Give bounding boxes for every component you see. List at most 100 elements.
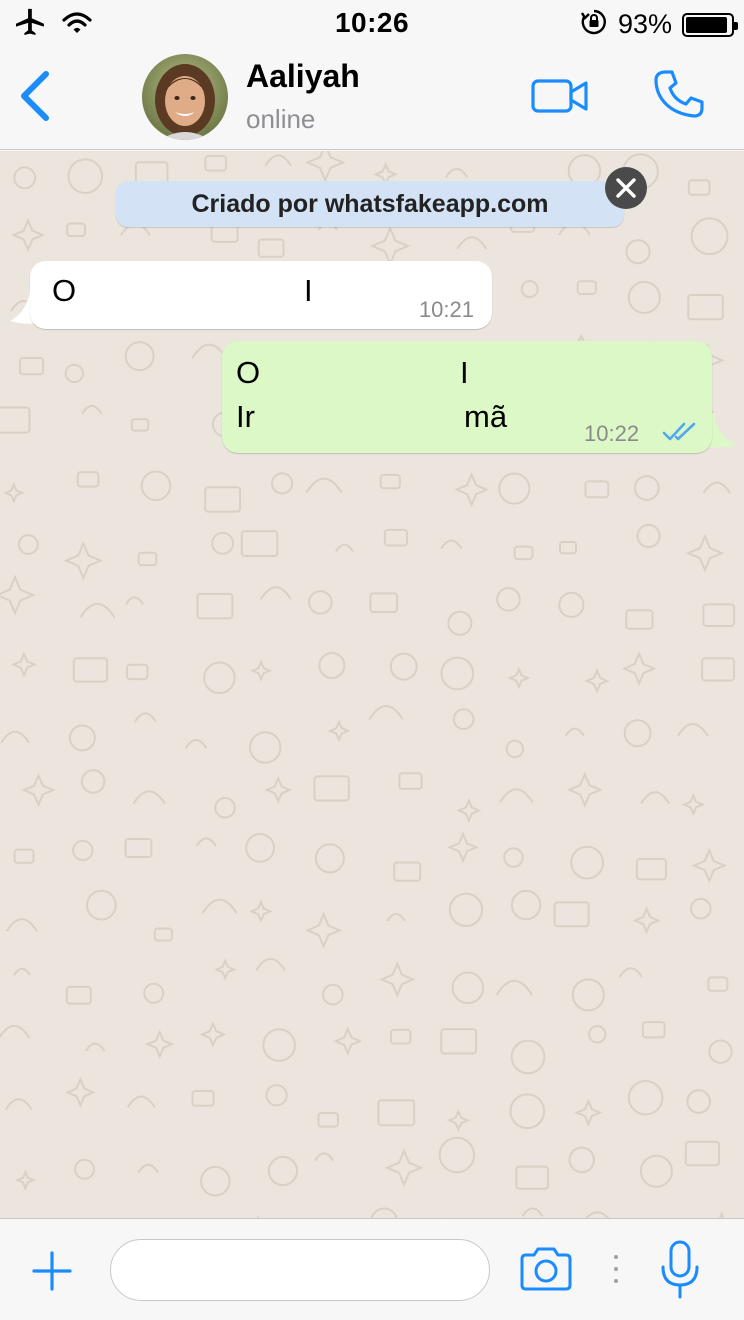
wallpaper-doodle xyxy=(305,151,346,183)
wallpaper-doodle xyxy=(335,543,354,552)
wallpaper-doodle xyxy=(72,657,109,683)
wallpaper-doodle xyxy=(513,545,534,561)
wallpaper-doodle xyxy=(76,471,100,488)
wallpaper-doodle xyxy=(440,1028,478,1055)
wallpaper-doodle xyxy=(379,473,401,490)
wallpaper-doodle xyxy=(257,238,285,258)
double-check-icon xyxy=(662,422,696,441)
wallpaper-doodle xyxy=(503,847,524,868)
outgoing-message-bubble[interactable]: O I Ir mã 10:22 xyxy=(222,341,712,453)
wallpaper-doodle xyxy=(11,217,46,253)
wallpaper-doodle xyxy=(510,1039,546,1075)
camera-button[interactable] xyxy=(518,1245,574,1293)
wallpaper-doodle xyxy=(80,769,106,794)
message-time: 10:22 xyxy=(584,421,640,446)
wallpaper-doodle xyxy=(639,1154,673,1188)
back-button[interactable] xyxy=(16,70,56,122)
message-text: O xyxy=(52,273,77,308)
wallpaper-doodle xyxy=(389,1028,412,1045)
wallpaper-doodle xyxy=(686,1089,712,1114)
wallpaper-doodle xyxy=(204,155,228,172)
wallpaper-doodle xyxy=(270,472,294,495)
wallpaper-doodle xyxy=(687,179,711,196)
message-input-bar xyxy=(0,1218,744,1320)
wallpaper-doodle xyxy=(510,889,542,921)
camera-icon xyxy=(520,1247,572,1291)
wallpaper-doodle xyxy=(213,958,237,981)
wallpaper-doodle xyxy=(137,551,158,567)
wallpaper-doodle xyxy=(314,1152,335,1162)
wallpaper-doodle xyxy=(0,406,31,434)
wallpaper-doodle xyxy=(691,847,728,884)
wallpaper-doodle xyxy=(507,666,531,690)
wallpaper-doodle xyxy=(584,668,610,694)
wallpaper-doodle xyxy=(627,280,661,315)
message-text: O xyxy=(236,355,261,390)
banner-close-button[interactable] xyxy=(605,167,647,209)
wallpaper-doodle xyxy=(153,927,173,942)
wallpaper-doodle xyxy=(632,906,661,935)
wallpaper-doodle xyxy=(707,976,729,992)
wallpaper-doodle xyxy=(702,603,736,627)
wallpaper-doodle xyxy=(5,918,38,932)
wallpaper-doodle xyxy=(641,1021,666,1039)
chat-area[interactable]: Criado por whatsfakeapp.com O I 10:21 O … xyxy=(0,151,744,1218)
wallpaper-doodle xyxy=(621,651,657,687)
wallpaper-doodle xyxy=(440,656,475,691)
wallpaper-doodle xyxy=(496,587,521,612)
wallpaper-doodle xyxy=(64,1076,96,1108)
wallpaper-doodle xyxy=(452,708,475,731)
wallpaper-doodle xyxy=(584,480,610,499)
wallpaper-doodle xyxy=(264,775,293,804)
wallpaper-doodle xyxy=(125,596,145,605)
attach-button[interactable] xyxy=(30,1249,74,1293)
wallpaper-doodle xyxy=(685,533,725,573)
message-time: 10:21 xyxy=(418,297,474,322)
wallpaper-doodle xyxy=(0,574,36,616)
wallpaper-doodle xyxy=(438,1136,476,1174)
wallpaper-doodle xyxy=(570,845,604,880)
wallpaper-doodle xyxy=(701,657,735,682)
wallpaper-doodle xyxy=(370,1207,398,1218)
wallpaper-doodle xyxy=(327,719,351,743)
wallpaper-doodle xyxy=(199,1021,227,1048)
video-call-icon xyxy=(531,79,588,113)
incoming-message-bubble[interactable]: O I 10:21 xyxy=(30,261,492,329)
back-chevron-icon xyxy=(21,71,49,121)
message-input[interactable] xyxy=(110,1239,490,1301)
voice-message-button[interactable] xyxy=(660,1239,700,1301)
video-call-button[interactable] xyxy=(530,76,590,116)
wallpaper-doodle xyxy=(144,1029,175,1059)
contact-name[interactable]: Aaliyah xyxy=(246,58,360,95)
voice-call-button[interactable] xyxy=(652,68,706,122)
microphone-icon xyxy=(661,1240,699,1299)
wallpaper-doodle xyxy=(143,982,165,1004)
wallpaper-doodle xyxy=(623,719,652,748)
wallpaper-doodle xyxy=(214,797,236,819)
wallpaper-doodle xyxy=(386,912,406,922)
wallpaper-doodle xyxy=(456,797,482,824)
wallpaper-doodle xyxy=(267,1155,299,1187)
wallpaper-doodle xyxy=(633,475,660,501)
phone-icon xyxy=(654,70,704,118)
wallpaper-doodle xyxy=(264,154,292,167)
wallpaper-doodle xyxy=(456,236,488,250)
wallpaper-doodle xyxy=(184,738,208,749)
wallpaper-doodle xyxy=(132,790,166,805)
avatar[interactable] xyxy=(142,54,228,140)
wallpaper-doodle xyxy=(553,901,590,928)
wallpaper-doodle xyxy=(558,591,585,618)
wallpaper-doodle xyxy=(249,899,273,924)
chat-header: Aaliyah online xyxy=(0,48,744,150)
wallpaper-doodle xyxy=(240,530,279,557)
wallpaper-doodle xyxy=(314,843,345,874)
wallpaper-doodle xyxy=(568,1146,596,1174)
wallpaper-doodle xyxy=(10,651,38,678)
battery-icon xyxy=(682,12,738,37)
wallpaper-doodle xyxy=(308,590,333,615)
wallpaper-doodle xyxy=(635,857,667,881)
wallpaper-doodle xyxy=(393,861,422,882)
rotation-lock-icon xyxy=(580,8,608,41)
wallpaper-doodle xyxy=(130,418,150,432)
wallpaper-doodle xyxy=(14,1169,37,1191)
